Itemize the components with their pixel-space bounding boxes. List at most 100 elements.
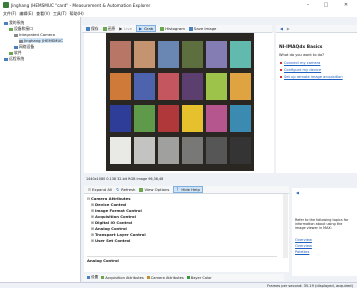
color-swatch <box>230 41 251 68</box>
camera-icon <box>14 33 18 37</box>
menu-help[interactable]: 帮助(H) <box>70 11 84 17</box>
color-swatch <box>110 137 131 164</box>
color-swatch <box>158 73 179 100</box>
help-link-row: Set up remote image acquisition <box>280 75 352 79</box>
tab-acquisition-attributes[interactable]: Acquisition Attributes <box>101 276 144 280</box>
lower-help-back-button[interactable]: ◀ <box>296 190 299 195</box>
attribute-group[interactable]: ⊞Device Control <box>91 202 126 207</box>
color-swatch <box>134 105 155 132</box>
camera-attributes-icon <box>146 276 150 279</box>
config-tree: 我的系统 设备和接口 Integrated Camera Jinghang (H… <box>0 17 81 282</box>
histogram-button[interactable]: Histogram <box>160 26 185 31</box>
attribute-group[interactable]: ⊞Transport Layer Control <box>91 232 146 237</box>
attributes-header[interactable]: ⊟Camera Attributes <box>87 196 130 201</box>
help-link[interactable]: Palettes <box>295 250 309 254</box>
image-info: 1440x1080 0.138 32-bit RGB image 96,36,4… <box>86 177 164 181</box>
bullet-icon <box>280 69 282 71</box>
expand-icon <box>88 188 91 191</box>
forward-arrow-icon: ▶ <box>286 26 290 31</box>
help-link[interactable]: Configure my device <box>284 68 321 72</box>
image-toolbar: 保存 还原 ▶ Live ▶ Grab Histogram Save Image <box>82 25 272 33</box>
minimize-button[interactable]: – <box>299 1 317 9</box>
revert-icon <box>102 26 107 31</box>
camera-image <box>106 33 254 171</box>
bottom-tabs: 设置 Acquisition Attributes Camera Attribu… <box>84 274 284 281</box>
live-button[interactable]: ▶ Live <box>119 26 132 31</box>
color-swatch <box>206 73 227 100</box>
color-swatch <box>158 105 179 132</box>
view-options-icon <box>139 187 144 192</box>
attribute-group[interactable]: ⊞Digital IO Control <box>91 220 132 225</box>
expand-all-button[interactable]: Expand All <box>88 187 112 192</box>
grab-button[interactable]: ▶ Grab <box>135 25 157 32</box>
attribute-group[interactable]: ⊞Analog Control <box>91 226 127 231</box>
help-link[interactable]: Overview <box>295 244 312 248</box>
color-swatch <box>182 105 203 132</box>
color-swatch <box>134 41 155 68</box>
tree-item-remote-systems[interactable]: 远程系统 <box>4 56 24 62</box>
help-toolbar: ◀ ▶ <box>276 25 357 33</box>
color-swatch <box>110 105 131 132</box>
help-back-button[interactable]: ◀ <box>280 26 283 31</box>
color-swatch <box>134 73 155 100</box>
tree-item-integrated-camera[interactable]: Integrated Camera <box>14 32 55 37</box>
help-icon: ? <box>176 186 179 192</box>
color-swatch <box>206 105 227 132</box>
view-options-button[interactable]: View Options <box>139 187 169 192</box>
color-swatch <box>158 41 179 68</box>
settings-icon <box>87 276 90 279</box>
color-swatch <box>206 137 227 164</box>
help-link-row: Connect my camera <box>280 61 320 65</box>
color-swatch <box>158 137 179 164</box>
color-swatch <box>182 73 203 100</box>
save-image-button[interactable]: Save Image <box>188 26 216 31</box>
maximize-button[interactable]: □ <box>317 1 335 9</box>
menu-edit[interactable]: 编辑(E) <box>19 11 33 17</box>
camera-attributes-tree: ⊟Camera Attributes ⊞Device Control ⊞Imag… <box>84 194 289 272</box>
attributes-toolbar: Expand All ↻ Refresh View Options ? Hide H… <box>84 186 289 194</box>
tab-settings[interactable]: 设置 <box>87 275 98 280</box>
help-question: What do you want to do? <box>279 53 325 57</box>
bullet-icon <box>280 62 282 64</box>
color-swatch <box>110 73 131 100</box>
menu-tools[interactable]: 工具(T) <box>53 11 67 17</box>
back-arrow-icon: ◀ <box>280 26 283 31</box>
close-button[interactable]: ✕ <box>337 1 355 9</box>
acquisition-icon <box>101 276 105 279</box>
menu-file[interactable]: 文件(F) <box>3 11 16 17</box>
fps-readout: Frames per second: 35.19 (displayed, acq… <box>267 283 353 288</box>
attributes-scrollbar[interactable] <box>283 194 288 258</box>
save-icon <box>86 26 90 31</box>
title-bar: Jinghang (HEMSMUC "card" - Measurement &… <box>0 0 357 10</box>
refresh-button[interactable]: ↻ Refresh <box>116 187 135 192</box>
viewer-help-panel: Refer to the following topics for inform… <box>292 196 357 276</box>
help-link[interactable]: Connect my camera <box>284 61 320 65</box>
color-swatch <box>134 137 155 164</box>
viewer-help-text: Refer to the following topics for inform… <box>295 218 349 231</box>
save-button[interactable]: 保存 <box>86 26 99 32</box>
revert-button[interactable]: 还原 <box>102 26 115 32</box>
refresh-icon: ↻ <box>116 186 120 192</box>
image-viewer[interactable] <box>84 33 274 173</box>
help-link[interactable]: Overview <box>295 238 312 242</box>
tab-bayer-color[interactable]: Bayer Color <box>186 276 212 280</box>
help-link[interactable]: Set up remote image acquisition <box>284 75 343 79</box>
software-icon <box>9 51 13 55</box>
attribute-group[interactable]: ⊞Acquisition Control <box>91 214 136 219</box>
play-icon: ▶ <box>119 25 123 31</box>
remote-icon <box>4 57 8 61</box>
menu-bar: 文件(F) 编辑(E) 查看(V) 工具(T) 帮助(H) <box>0 10 357 17</box>
histogram-icon <box>160 26 165 31</box>
tree-item-jinghang-camera[interactable]: Jinghang (HEMSMUC <box>19 38 63 43</box>
color-swatch <box>182 137 203 164</box>
help-forward-button[interactable]: ▶ <box>287 26 290 31</box>
tab-camera-attributes[interactable]: Camera Attributes <box>146 276 184 280</box>
attribute-group[interactable]: ⊞User Set Control <box>91 238 130 243</box>
bayer-icon <box>186 276 190 279</box>
status-bar: Frames per second: 35.19 (displayed, acq… <box>0 282 357 288</box>
help-panel: NI-IMAQdx Basics What do you want to do?… <box>276 33 357 173</box>
menu-view[interactable]: 查看(V) <box>36 11 50 17</box>
attribute-group[interactable]: ⊞Image Format Control <box>91 208 142 213</box>
hide-help-button[interactable]: ? Hide Help <box>173 186 203 193</box>
help-title: NI-IMAQdx Basics <box>279 45 323 50</box>
